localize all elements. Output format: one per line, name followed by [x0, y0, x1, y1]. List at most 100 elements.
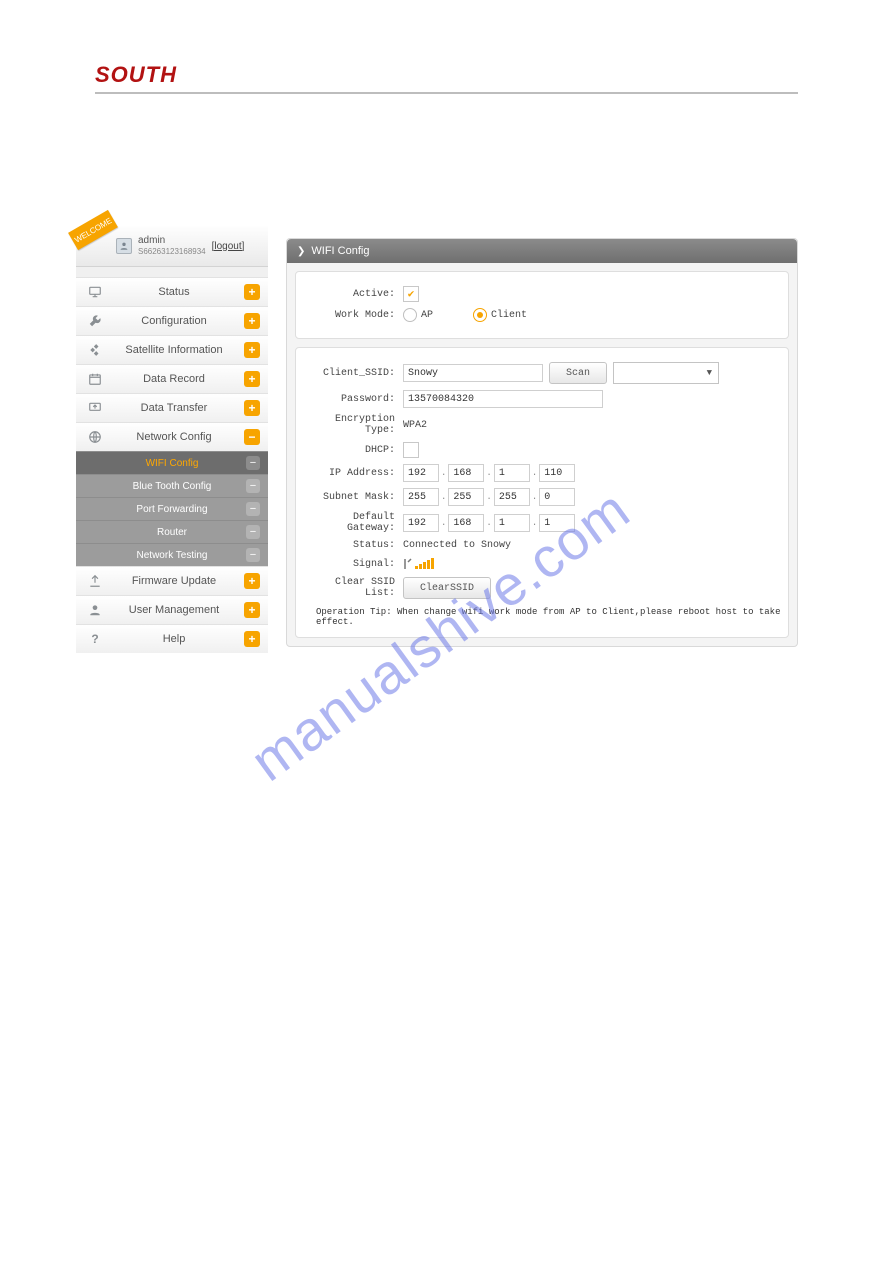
label-clear-ssid-list: Clear SSID List: [300, 577, 403, 599]
wrench-icon [86, 314, 104, 328]
label-active: Active: [300, 289, 403, 300]
label-client: Client [491, 310, 527, 321]
collapse-icon: − [246, 456, 260, 470]
sidebar-item-satellite[interactable]: Satellite Information + [76, 335, 268, 364]
input-mask-2[interactable] [448, 488, 484, 506]
expand-icon[interactable]: + [244, 602, 260, 618]
label-status: Status: [300, 540, 403, 551]
sidebar-subitem-label: Port Forwarding [136, 504, 207, 515]
transfer-icon [86, 401, 104, 415]
scan-button[interactable]: Scan [549, 362, 607, 384]
sidebar-subitem-label: WIFI Config [146, 458, 199, 469]
avatar-icon [116, 238, 132, 254]
collapse-icon: − [246, 479, 260, 493]
operation-tip: Operation Tip: When change wifi work mod… [316, 607, 784, 627]
content-panel: ❯ WIFI Config Active: ✔ Work Mode: AP Cl… [286, 238, 798, 647]
globe-icon [86, 430, 104, 444]
satellite-icon [86, 343, 104, 357]
input-ip-2[interactable] [448, 464, 484, 482]
input-mask-3[interactable] [494, 488, 530, 506]
brand-logo: SOUTH [95, 62, 177, 88]
input-gw-4[interactable] [539, 514, 575, 532]
collapse-icon: − [246, 548, 260, 562]
expand-icon[interactable]: + [244, 313, 260, 329]
sidebar-item-configuration[interactable]: Configuration + [76, 306, 268, 335]
monitor-icon [86, 285, 104, 299]
expand-icon[interactable]: + [244, 400, 260, 416]
value-status: Connected to Snowy [403, 540, 511, 551]
sidebar-item-data-transfer[interactable]: Data Transfer + [76, 393, 268, 422]
sidebar-subitem-label: Network Testing [137, 550, 208, 561]
content-header: ❯ WIFI Config [287, 239, 797, 263]
panel-mode: Active: ✔ Work Mode: AP Client [295, 271, 789, 339]
sidebar-item-firmware-update[interactable]: Firmware Update + [76, 566, 268, 595]
sidebar-subitem-router[interactable]: Router − [76, 520, 268, 543]
sidebar-item-help[interactable]: ? Help + [76, 624, 268, 653]
welcome-ribbon: WELCOME [68, 210, 118, 250]
label-password: Password: [300, 394, 403, 405]
radio-client[interactable] [473, 308, 487, 322]
input-ip-1[interactable] [403, 464, 439, 482]
signal-icon [403, 557, 437, 571]
sidebar-item-status[interactable]: Status + [76, 277, 268, 306]
logout-link[interactable]: [logout] [212, 241, 245, 252]
input-gw-2[interactable] [448, 514, 484, 532]
expand-icon[interactable]: + [244, 342, 260, 358]
input-client-ssid[interactable] [403, 364, 543, 382]
label-client-ssid: Client_SSID: [300, 368, 403, 379]
input-mask-1[interactable] [403, 488, 439, 506]
input-password[interactable] [403, 390, 603, 408]
user-name: admin [138, 235, 206, 246]
label-default-gateway: Default Gateway: [300, 512, 403, 534]
sidebar-item-label: Satellite Information [104, 344, 244, 356]
sidebar-item-label: Data Transfer [104, 402, 244, 414]
label-work-mode: Work Mode: [300, 310, 403, 321]
label-ip-address: IP Address: [300, 468, 403, 479]
sidebar-subitem-wifi-config[interactable]: WIFI Config − [76, 451, 268, 474]
upload-icon [86, 574, 104, 588]
input-ip-3[interactable] [494, 464, 530, 482]
sidebar-item-network-config[interactable]: Network Config − [76, 422, 268, 451]
chevron-down-icon: ▼ [707, 368, 712, 378]
label-dhcp: DHCP: [300, 445, 403, 456]
sidebar-subitem-label: Router [157, 527, 187, 538]
input-ip-4[interactable] [539, 464, 575, 482]
collapse-icon[interactable]: − [244, 429, 260, 445]
input-mask-4[interactable] [539, 488, 575, 506]
ssid-select[interactable]: ▼ [613, 362, 719, 384]
sidebar-subitem-network-testing[interactable]: Network Testing − [76, 543, 268, 566]
collapse-icon: − [246, 525, 260, 539]
user-id: S66263123168934 [138, 246, 206, 257]
sidebar: WELCOME admin S66263123168934 [logout] S… [76, 226, 268, 653]
sidebar-item-data-record[interactable]: Data Record + [76, 364, 268, 393]
sidebar-item-user-management[interactable]: User Management + [76, 595, 268, 624]
radio-ap[interactable] [403, 308, 417, 322]
collapse-icon: − [246, 502, 260, 516]
label-subnet-mask: Subnet Mask: [300, 492, 403, 503]
sidebar-item-label: Configuration [104, 315, 244, 327]
sidebar-item-label: Network Config [104, 431, 244, 443]
panel-settings: Client_SSID: Scan ▼ Password: Encryption… [295, 347, 789, 638]
expand-icon[interactable]: + [244, 371, 260, 387]
content-title: WIFI Config [311, 245, 369, 257]
clear-ssid-button[interactable]: ClearSSID [403, 577, 491, 599]
input-gw-3[interactable] [494, 514, 530, 532]
sidebar-item-label: Help [104, 633, 244, 645]
sidebar-subitem-label: Blue Tooth Config [133, 481, 212, 492]
label-ap: AP [421, 310, 433, 321]
expand-icon[interactable]: + [244, 573, 260, 589]
sidebar-item-label: Firmware Update [104, 575, 244, 587]
checkbox-active[interactable]: ✔ [403, 286, 419, 302]
sidebar-subitem-port-forwarding[interactable]: Port Forwarding − [76, 497, 268, 520]
sidebar-gap [76, 267, 268, 277]
input-gw-1[interactable] [403, 514, 439, 532]
welcome-panel: WELCOME admin S66263123168934 [logout] [76, 226, 268, 267]
value-encryption-type: WPA2 [403, 420, 427, 431]
checkbox-dhcp[interactable]: ✔ [403, 442, 419, 458]
expand-icon[interactable]: + [244, 284, 260, 300]
help-icon: ? [86, 632, 104, 646]
sidebar-subitem-bluetooth-config[interactable]: Blue Tooth Config − [76, 474, 268, 497]
expand-icon[interactable]: + [244, 631, 260, 647]
sidebar-item-label: Data Record [104, 373, 244, 385]
top-divider [95, 92, 798, 94]
